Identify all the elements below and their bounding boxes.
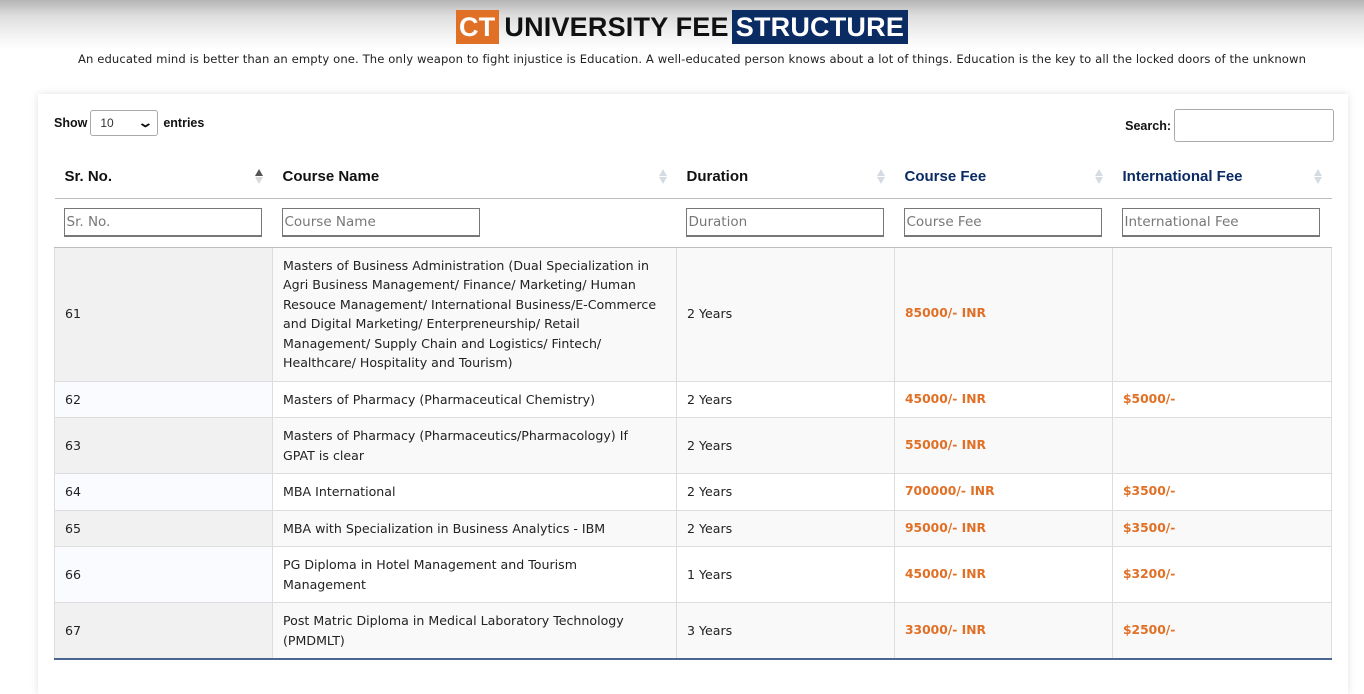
sr-no-cell: 64 — [54, 473, 273, 511]
column-header-sr-no[interactable]: Sr. No. — [54, 156, 273, 199]
table-controls: Show 10 ⌄ entries Search: — [54, 109, 1334, 143]
filter-cell — [1112, 198, 1332, 248]
sort-icon[interactable] — [658, 168, 667, 186]
course-name-text: Masters of Pharmacy (Pharmaceutics/Pharm… — [283, 428, 628, 463]
international-fee-filter-input[interactable] — [1121, 208, 1320, 237]
course-fee-cell: 700000/- INR — [894, 473, 1113, 511]
column-header-label: Course Name — [282, 168, 380, 186]
column-header-duration[interactable]: Duration — [676, 156, 895, 199]
sr-no-cell: 66 — [54, 546, 273, 603]
course-fee-cell: 85000/- INR — [894, 247, 1113, 382]
title-highlight: STRUCTURE — [731, 10, 909, 44]
table-row: 67 Post Matric Diploma in Medical Labora… — [54, 602, 1332, 660]
entries-select-value: 10 — [100, 116, 114, 130]
table-row: 62 Masters of Pharmacy (Pharmaceutical C… — [54, 381, 1332, 418]
course-fee-cell: 95000/- INR — [894, 510, 1113, 547]
sr-no-filter-input[interactable] — [63, 208, 262, 237]
sort-ascending-icon[interactable] — [254, 168, 263, 186]
course-fee-cell: 55000/- INR — [894, 417, 1113, 474]
course-name-cell: Post Matric Diploma in Medical Laborator… — [272, 602, 677, 660]
entries-label: entries — [163, 116, 205, 130]
table-row: 65 MBA with Specialization in Business A… — [54, 510, 1332, 547]
course-name-cell: Masters of Pharmacy (Pharmaceutics/Pharm… — [272, 417, 677, 474]
duration-cell: 2 Years — [676, 381, 895, 418]
table-row: 61 Masters of Business Administration (D… — [54, 247, 1332, 382]
course-name-cell: MBA with Specialization in Business Anal… — [272, 510, 677, 547]
column-header-label: Course Fee — [904, 168, 987, 186]
course-name-cell: PG Diploma in Hotel Management and Touri… — [272, 546, 677, 603]
duration-cell: 2 Years — [676, 417, 895, 474]
duration-filter-input[interactable] — [685, 208, 884, 237]
sr-no-cell: 61 — [54, 247, 273, 382]
table-row: 63 Masters of Pharmacy (Pharmaceutics/Ph… — [54, 417, 1332, 474]
course-fee-filter-input[interactable] — [903, 208, 1102, 237]
fee-table: Sr. No. Course Name Duration Course Fee … — [54, 156, 1332, 660]
sort-icon[interactable] — [1094, 168, 1103, 186]
brand-badge: CT — [455, 10, 500, 44]
international-fee-cell — [1112, 417, 1332, 474]
sr-no-cell: 63 — [54, 417, 273, 474]
chevron-down-icon: ⌄ — [137, 115, 155, 130]
course-fee-cell: 45000/- INR — [894, 546, 1113, 603]
course-name-text: PG Diploma in Hotel Management and Touri… — [283, 557, 577, 592]
sr-no-cell: 65 — [54, 510, 273, 547]
column-header-label: Sr. No. — [64, 168, 113, 186]
sort-icon[interactable] — [1313, 168, 1322, 186]
title-text: UNIVERSITY FEE — [504, 12, 729, 42]
column-header-course-name[interactable]: Course Name — [272, 156, 677, 199]
course-name-cell: MBA International — [272, 473, 677, 511]
course-name-cell: Masters of Pharmacy (Pharmaceutical Chem… — [272, 381, 677, 418]
international-fee-cell: $3500/- — [1112, 510, 1332, 547]
filter-cell — [676, 198, 895, 248]
entries-select[interactable]: 10 ⌄ — [90, 110, 159, 136]
column-header-international-fee[interactable]: International Fee — [1112, 156, 1332, 199]
search-control: Search: — [1125, 109, 1334, 142]
column-header-label: Duration — [686, 168, 749, 186]
filter-row — [54, 198, 1332, 248]
duration-cell: 3 Years — [676, 602, 895, 660]
filter-cell — [54, 198, 273, 248]
sr-no-cell: 62 — [54, 381, 273, 418]
sr-no-cell: 67 — [54, 602, 273, 660]
course-fee-cell: 45000/- INR — [894, 381, 1113, 418]
entries-length-control: Show 10 ⌄ entries — [54, 110, 204, 136]
show-label: Show — [54, 116, 88, 130]
duration-cell: 1 Years — [676, 546, 895, 603]
international-fee-cell — [1112, 247, 1332, 382]
international-fee-cell: $3500/- — [1112, 473, 1332, 511]
course-name-cell: Masters of Business Administration (Dual… — [272, 247, 677, 382]
sort-icon[interactable] — [876, 168, 885, 186]
tagline: An educated mind is better than an empty… — [77, 52, 1307, 66]
international-fee-cell: $2500/- — [1112, 602, 1332, 660]
international-fee-cell: $3200/- — [1112, 546, 1332, 603]
search-label: Search: — [1125, 118, 1171, 133]
filter-cell — [894, 198, 1113, 248]
search-input[interactable] — [1174, 109, 1334, 142]
course-fee-cell: 33000/- INR — [894, 602, 1113, 660]
international-fee-cell: $5000/- — [1112, 381, 1332, 418]
filter-cell — [272, 198, 677, 248]
page-title: CT UNIVERSITY FEE STRUCTURE — [0, 10, 1364, 44]
table-row: 64 MBA International 2 Years 700000/- IN… — [54, 473, 1332, 511]
column-header-course-fee[interactable]: Course Fee — [894, 156, 1113, 199]
course-name-filter-input[interactable] — [281, 208, 480, 237]
header-row: Sr. No. Course Name Duration Course Fee … — [54, 156, 1332, 199]
table-row: 66 PG Diploma in Hotel Management and To… — [54, 546, 1332, 603]
duration-cell: 2 Years — [676, 247, 895, 382]
column-header-label: International Fee — [1122, 168, 1243, 186]
duration-cell: 2 Years — [676, 473, 895, 511]
fee-table-card: Show 10 ⌄ entries Search: Sr. No. Course… — [38, 94, 1348, 694]
duration-cell: 2 Years — [676, 510, 895, 547]
